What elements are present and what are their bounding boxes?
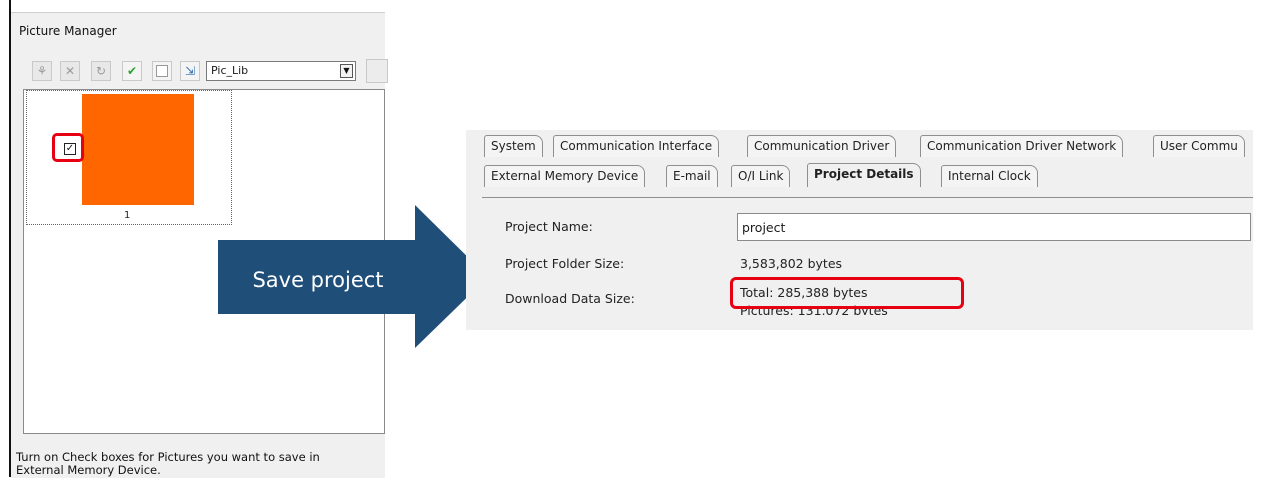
tab-internal-clock[interactable]: Internal Clock [941, 165, 1038, 187]
download-data-size-label: Download Data Size: [505, 291, 635, 306]
picture-number: 1 [124, 210, 131, 221]
tab-email[interactable]: E-mail [666, 165, 718, 187]
tab-divider [482, 197, 1253, 198]
tab-system[interactable]: System [484, 135, 543, 157]
export-icon[interactable]: ⇲ [180, 61, 200, 81]
tab-oi-link[interactable]: O/I Link [731, 165, 791, 187]
tab-communication-driver[interactable]: Communication Driver [747, 135, 897, 157]
picture-manager-title: Picture Manager [19, 24, 117, 38]
import-icon[interactable]: ⚘ [32, 61, 52, 81]
project-folder-size-value: 3,583,802 bytes [740, 256, 843, 271]
check-icon[interactable]: ✔ [122, 61, 142, 81]
refresh-icon[interactable]: ↻ [91, 61, 111, 81]
checkbox-highlight-box [52, 133, 84, 162]
arrow-label: Save project [252, 268, 384, 292]
delete-icon[interactable]: ✕ [60, 61, 80, 81]
picture-library-select[interactable]: Pic_Lib ▼ [206, 61, 356, 81]
total-size-highlight-box [730, 277, 964, 309]
picture-manager-hint: Turn on Check boxes for Pictures you wan… [16, 450, 320, 477]
project-name-label: Project Name: [505, 219, 593, 234]
tab-communication-interface[interactable]: Communication Interface [553, 135, 720, 157]
tab-project-details[interactable]: Project Details [807, 163, 921, 187]
tab-communication-driver-network[interactable]: Communication Driver Network [920, 135, 1124, 157]
tab-user-communication[interactable]: User Commu [1153, 135, 1245, 157]
picture-thumbnail[interactable] [82, 94, 194, 205]
picture-library-value: Pic_Lib [211, 64, 249, 77]
toolbar-extra-button[interactable] [366, 59, 388, 83]
project-folder-size-label: Project Folder Size: [505, 256, 625, 271]
uncheck-icon[interactable] [152, 61, 172, 81]
project-name-input[interactable]: project [737, 213, 1251, 241]
tab-external-memory-device[interactable]: External Memory Device [484, 165, 646, 187]
chevron-down-icon[interactable]: ▼ [340, 64, 353, 78]
